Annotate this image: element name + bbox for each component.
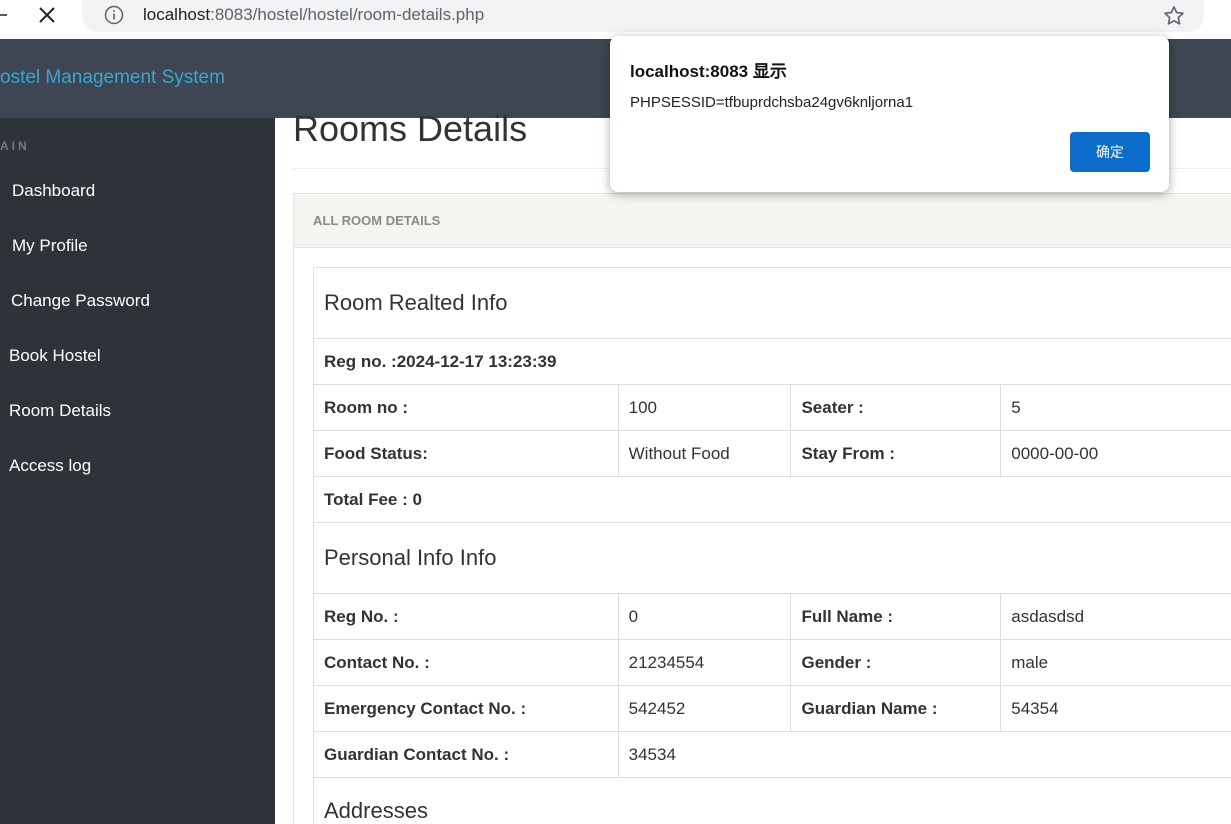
table-row: Total Fee : 0 (313, 476, 1231, 523)
gender-label: Gender : (790, 639, 1002, 686)
reg-no-value: 0 (617, 593, 792, 640)
table-row: Reg no. :2024-12-17 13:23:39 (313, 338, 1231, 385)
table-row: Food Status: Without Food Stay From : 00… (313, 430, 1231, 477)
contact-value: 21234554 (617, 639, 792, 686)
sidebar-item-book-hostel[interactable]: Book Hostel (0, 337, 275, 377)
room-details-table: Room Realted Info Reg no. :2024-12-17 13… (313, 267, 1231, 824)
sidebar-item-change-password[interactable]: Change Password (0, 282, 275, 322)
section-title-addresses: Addresses (313, 777, 1231, 824)
table-row: Emergency Contact No. : 542452 Guardian … (313, 685, 1231, 732)
guardian-contact-value: 34534 (617, 731, 1231, 778)
section-title-room: Room Realted Info (313, 267, 1231, 339)
gender-value: male (1000, 639, 1231, 686)
sidebar: AIN Dashboard My Profile Change Password… (0, 118, 275, 824)
sidebar-item-label: Change Password (11, 291, 150, 310)
dialog-message: PHPSESSID=tfbuprdchsba24gv6knljorna1 (630, 94, 914, 111)
contact-label: Contact No. : (313, 639, 619, 686)
sidebar-item-my-profile[interactable]: My Profile (0, 227, 275, 267)
sidebar-item-label: Dashboard (12, 181, 96, 200)
table-row: Contact No. : 21234554 Gender : male (313, 639, 1231, 686)
url-host: localhost (143, 5, 211, 24)
brand-title[interactable]: ostel Management System (0, 67, 225, 89)
bookmark-star-icon[interactable] (1162, 4, 1186, 28)
seater-label: Seater : (790, 384, 1002, 431)
food-status-value: Without Food (617, 430, 792, 477)
guardian-name-value: 54354 (1000, 685, 1231, 732)
sidebar-heading: AIN (0, 139, 30, 153)
emergency-contact-label: Emergency Contact No. : (313, 685, 619, 732)
browser-toolbar: localhost:8083/hostel/hostel/room-detail… (0, 0, 1231, 39)
sidebar-item-label: Access log (9, 456, 92, 475)
table-row: Room Realted Info (313, 267, 1231, 339)
page-title: Rooms Details (293, 108, 528, 149)
emergency-contact-value: 542452 (617, 685, 792, 732)
reg-no-label: Reg No. : (313, 593, 619, 640)
sidebar-item-label: Room Details (9, 401, 112, 420)
reg-line: Reg no. :2024-12-17 13:23:39 (313, 338, 1231, 385)
guardian-contact-label: Guardian Contact No. : (313, 731, 619, 778)
sidebar-item-label: My Profile (12, 236, 88, 255)
table-row: Addresses (313, 777, 1231, 824)
food-status-label: Food Status: (313, 430, 619, 477)
close-icon[interactable] (36, 4, 58, 26)
panel-heading-text: ALL ROOM DETAILS (313, 213, 441, 228)
table-row: Personal Info Info (313, 522, 1231, 594)
room-no-value: 100 (617, 384, 792, 431)
section-title-personal: Personal Info Info (313, 522, 1231, 594)
alert-dialog: localhost:8083 显示 PHPSESSID=tfbuprdchsba… (610, 36, 1169, 192)
info-icon[interactable] (104, 5, 124, 25)
url-text[interactable]: localhost:8083/hostel/hostel/room-detail… (143, 5, 484, 25)
seater-value: 5 (1000, 384, 1231, 431)
stay-from-label: Stay From : (790, 430, 1002, 477)
sidebar-item-access-log[interactable]: Access log (0, 447, 275, 487)
table-row: Reg No. : 0 Full Name : asdasdsd (313, 593, 1231, 640)
sidebar-item-room-details[interactable]: Room Details (0, 392, 275, 432)
total-fee: Total Fee : 0 (313, 476, 1231, 523)
room-no-label: Room no : (313, 384, 619, 431)
ok-button[interactable]: 确定 (1070, 132, 1150, 172)
table-row: Room no : 100 Seater : 5 (313, 384, 1231, 431)
panel-heading: ALL ROOM DETAILS (294, 194, 1231, 248)
full-name-label: Full Name : (790, 593, 1002, 640)
dialog-title: localhost:8083 显示 (630, 62, 787, 81)
sidebar-item-label: Book Hostel (9, 346, 101, 365)
sidebar-item-dashboard[interactable]: Dashboard (0, 172, 275, 212)
stay-from-value: 0000-00-00 (1000, 430, 1231, 477)
back-arrow-icon[interactable] (0, 6, 8, 24)
table-row: Guardian Contact No. : 34534 (313, 731, 1231, 778)
full-name-value: asdasdsd (1000, 593, 1231, 640)
url-path: :8083/hostel/hostel/room-details.php (210, 5, 485, 24)
guardian-name-label: Guardian Name : (790, 685, 1002, 732)
